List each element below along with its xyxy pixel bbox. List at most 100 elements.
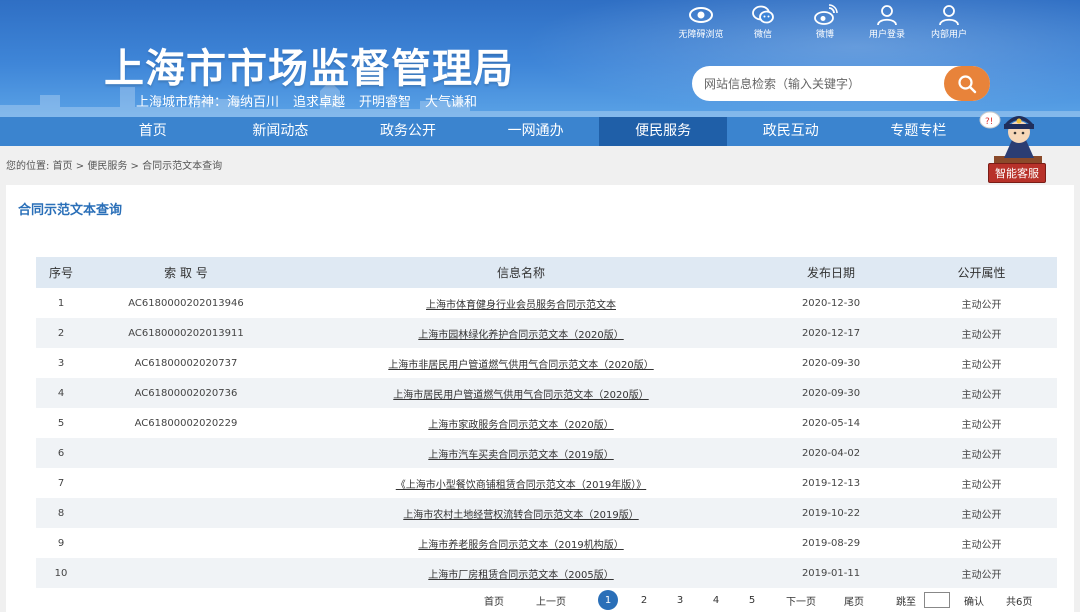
nav-home[interactable]: 首页 bbox=[89, 117, 217, 146]
internal-user-link[interactable]: 内部用户 bbox=[918, 4, 980, 40]
row-index-cell: 4 bbox=[57, 387, 65, 399]
page-number[interactable]: 2 bbox=[626, 595, 662, 606]
contract-link[interactable]: 上海市园林绿化养护合同示范文本（2020版） bbox=[418, 330, 623, 341]
page-number[interactable]: 3 bbox=[662, 595, 698, 606]
eye-icon bbox=[689, 7, 713, 23]
assistant-button[interactable]: 智能客服 bbox=[988, 163, 1046, 183]
table-row: 4 AC61800002020736 上海市居民用户管道燃气供用气合同示范文本（20… bbox=[36, 378, 1057, 408]
wechat-icon bbox=[752, 5, 774, 24]
table-row: 3 AC61800002020737 上海市非居民用户管道燃气供用气合同示范文本（2… bbox=[36, 348, 1057, 378]
city-slogan: 上海城市精神：海纳百川 追求卓越 开明睿智 大气谦和 bbox=[136, 91, 491, 110]
contract-link[interactable]: 上海市厂房租赁合同示范文本（2005版） bbox=[428, 570, 613, 581]
user-icon bbox=[939, 5, 959, 26]
publish-date-cell: 2020-12-17 bbox=[801, 327, 861, 339]
toplink-label: 微信 bbox=[753, 30, 772, 40]
nav-special-topics[interactable]: 专题专栏 bbox=[855, 117, 983, 146]
request-number-cell: AC61800002020229 bbox=[134, 417, 238, 429]
info-name-cell: 上海市养老服务合同示范文本（2019机构版） bbox=[286, 528, 756, 558]
disclosure-type-cell: 主动公开 bbox=[961, 569, 1002, 581]
table-header-row: 序号 索 取 号 信息名称 发布日期 公开属性 bbox=[36, 257, 1057, 288]
publish-date-cell: 2020-12-30 bbox=[801, 297, 861, 309]
search-icon bbox=[958, 74, 977, 93]
column-header: 公开属性 bbox=[957, 266, 1006, 280]
nav-public-service[interactable]: 便民服务 bbox=[599, 117, 727, 146]
row-index-cell: 3 bbox=[57, 357, 65, 369]
site-search bbox=[692, 66, 990, 101]
accessibility-link[interactable]: 无障碍浏览 bbox=[670, 4, 732, 40]
svg-text:?!: ?! bbox=[985, 117, 993, 127]
row-index-cell: 8 bbox=[57, 507, 65, 519]
user-login-link[interactable]: 用户登录 bbox=[856, 4, 918, 40]
slogan-part: 大气谦和 bbox=[425, 95, 478, 110]
publish-date-cell: 2020-05-14 bbox=[801, 417, 861, 429]
wechat-link[interactable]: 微信 bbox=[732, 4, 794, 40]
contract-link[interactable]: 上海市非居民用户管道燃气供用气合同示范文本（2020版） bbox=[388, 360, 653, 371]
top-links: 无障碍浏览 微信 微博 用户登录 内部用户 bbox=[670, 4, 980, 40]
contract-link[interactable]: 上海市体育健身行业会员服务合同示范文本 bbox=[426, 300, 616, 311]
contract-link[interactable]: 上海市农村土地经营权流转合同示范文本（2019版） bbox=[403, 510, 638, 521]
column-header: 序号 bbox=[48, 266, 73, 280]
publish-date-cell: 2019-10-22 bbox=[801, 507, 861, 519]
column-header: 索 取 号 bbox=[164, 266, 208, 280]
disclosure-type-cell: 主动公开 bbox=[961, 449, 1002, 461]
search-input[interactable] bbox=[704, 75, 934, 93]
request-number-cell: AC61800002020737 bbox=[134, 357, 238, 369]
request-number-cell: AC6180000202013946 bbox=[128, 297, 244, 309]
nav-government-affairs[interactable]: 政务公开 bbox=[344, 117, 472, 146]
page-number[interactable]: 4 bbox=[698, 595, 734, 606]
site-title: 上海市市场监督管理局 bbox=[104, 46, 514, 92]
page-last[interactable]: 尾页 bbox=[844, 593, 864, 608]
request-number-cell bbox=[86, 468, 286, 498]
site-header: 上海市市场监督管理局 上海城市精神：海纳百川 追求卓越 开明睿智 大气谦和 无障碍浏览… bbox=[0, 0, 1080, 117]
disclosure-type-cell: 主动公开 bbox=[961, 509, 1002, 521]
contract-table: 序号 索 取 号 信息名称 发布日期 公开属性 1 AC6180000202013… bbox=[36, 257, 1057, 588]
page-number[interactable]: 5 bbox=[734, 595, 770, 606]
table-row: 10 上海市厂房租赁合同示范文本（2005版） 2019-01-11 主动公开 bbox=[36, 558, 1057, 588]
contract-link[interactable]: 《上海市小型餐饮商铺租赁合同示范文本（2019年版）》 bbox=[396, 480, 646, 491]
disclosure-type-cell: 主动公开 bbox=[961, 329, 1002, 341]
info-name-cell: 上海市汽车买卖合同示范文本（2019版） bbox=[286, 438, 756, 468]
nav-news[interactable]: 新闻动态 bbox=[217, 117, 345, 146]
disclosure-type-cell: 主动公开 bbox=[961, 539, 1002, 551]
table-row: 5 AC61800002020229 上海市家政服务合同示范文本（2020版） 202… bbox=[36, 408, 1057, 438]
search-button[interactable] bbox=[944, 66, 990, 101]
page-next[interactable]: 下一页 bbox=[786, 593, 816, 608]
breadcrumb-separator: > bbox=[130, 161, 139, 172]
page-prev[interactable]: 上一页 bbox=[536, 593, 566, 608]
total-pages: 共6页 bbox=[1006, 596, 1033, 608]
weibo-link[interactable]: 微博 bbox=[794, 4, 856, 40]
page-current[interactable]: 1 bbox=[598, 590, 618, 610]
row-index-cell: 5 bbox=[57, 417, 65, 429]
breadcrumb-public-service[interactable]: 便民服务 bbox=[87, 161, 127, 172]
disclosure-type-cell: 主动公开 bbox=[961, 419, 1002, 431]
page-first[interactable]: 首页 bbox=[484, 593, 504, 608]
publish-date-cell: 2020-09-30 bbox=[801, 387, 861, 399]
slogan-part: 追求卓越 bbox=[293, 95, 346, 110]
jump-confirm-button[interactable]: 确认 bbox=[964, 593, 984, 608]
nav-interaction[interactable]: 政民互动 bbox=[727, 117, 855, 146]
toplink-label: 微博 bbox=[815, 30, 834, 40]
contract-link[interactable]: 上海市家政服务合同示范文本（2020版） bbox=[428, 420, 613, 431]
request-number-cell: AC61800002020736 bbox=[134, 387, 238, 399]
disclosure-type-cell: 主动公开 bbox=[961, 389, 1002, 401]
table-row: 6 上海市汽车买卖合同示范文本（2019版） 2020-04-02 主动公开 bbox=[36, 438, 1057, 468]
breadcrumb-separator: > bbox=[75, 161, 85, 172]
request-number-cell bbox=[86, 498, 286, 528]
breadcrumb: 您的位置: 首页 > 便民服务 > 合同示范文本查询 bbox=[6, 157, 222, 172]
publish-date-cell: 2019-01-11 bbox=[801, 567, 861, 579]
toplink-label: 用户登录 bbox=[868, 30, 905, 40]
row-index-cell: 6 bbox=[57, 447, 65, 459]
publish-date-cell: 2019-08-29 bbox=[801, 537, 861, 549]
info-name-cell: 上海市家政服务合同示范文本（2020版） bbox=[286, 408, 756, 438]
info-name-cell: 上海市农村土地经营权流转合同示范文本（2019版） bbox=[286, 498, 756, 528]
jump-label: 跳至 bbox=[896, 596, 916, 608]
contract-link[interactable]: 上海市汽车买卖合同示范文本（2019版） bbox=[428, 450, 613, 461]
breadcrumb-home[interactable]: 首页 bbox=[53, 161, 73, 172]
contract-link[interactable]: 上海市居民用户管道燃气供用气合同示范文本（2020版） bbox=[393, 390, 648, 401]
breadcrumb-current[interactable]: 合同示范文本查询 bbox=[142, 161, 222, 172]
row-index-cell: 9 bbox=[57, 537, 65, 549]
contract-link[interactable]: 上海市养老服务合同示范文本（2019机构版） bbox=[418, 540, 623, 551]
nav-one-stop-service[interactable]: 一网通办 bbox=[472, 117, 600, 146]
disclosure-type-cell: 主动公开 bbox=[961, 359, 1002, 371]
jump-page-input[interactable] bbox=[924, 592, 950, 608]
